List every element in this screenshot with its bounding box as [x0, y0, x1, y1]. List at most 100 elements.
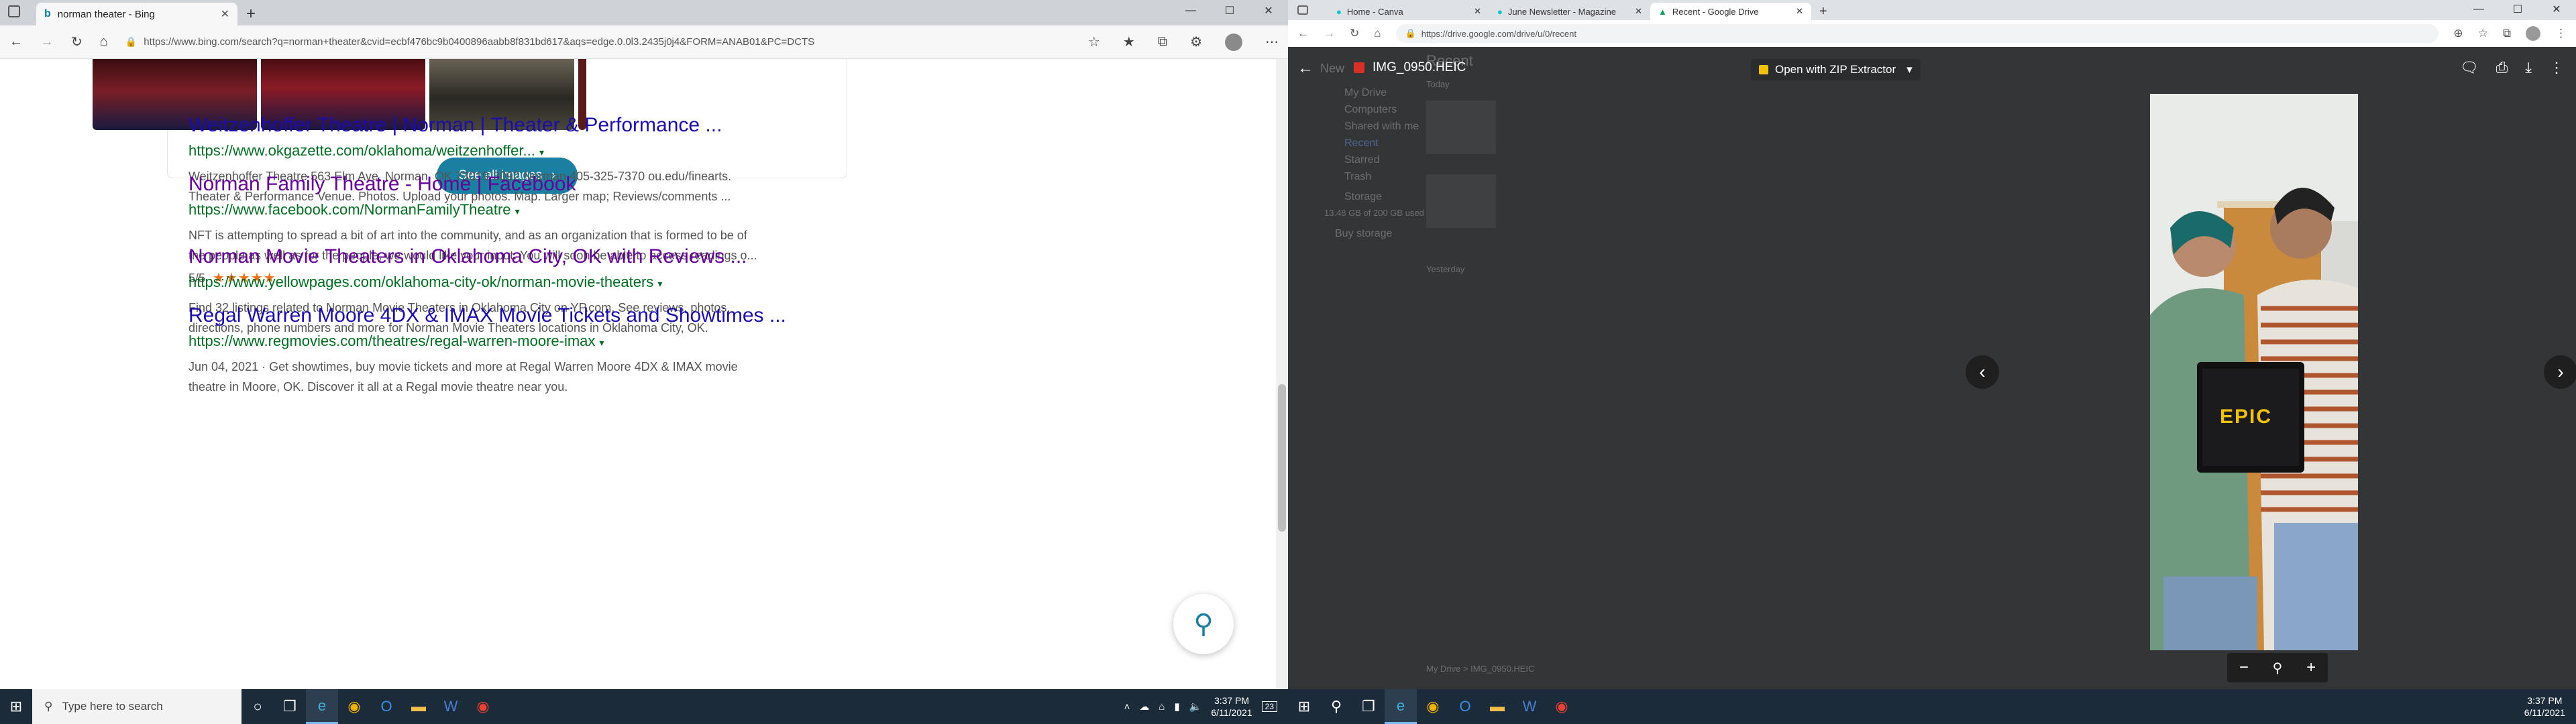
forward-icon[interactable]: → [1324, 27, 1335, 40]
taskbar-search-box[interactable]: ⚲ Type here to search [32, 689, 241, 724]
tab-actions-icon[interactable] [8, 5, 20, 17]
nav-computers[interactable]: Computers [1344, 104, 1397, 116]
search-fab-button[interactable]: ⚲ [1173, 594, 1234, 654]
extensions-icon[interactable]: ⚙ [1190, 34, 1202, 50]
open-with-button[interactable]: Open with ZIP Extractor ▾ [1751, 59, 1921, 80]
install-icon[interactable]: ⊕ [2453, 27, 2463, 40]
refresh-icon[interactable]: ↻ [71, 34, 83, 50]
url-dropdown-icon[interactable]: ▾ [539, 147, 544, 158]
outlook-taskbar-icon[interactable]: O [370, 689, 402, 724]
nav-starred[interactable]: Starred [1344, 154, 1379, 166]
new-tab-button[interactable]: + [237, 3, 264, 25]
home-icon[interactable]: ⌂ [1374, 27, 1381, 40]
tab-search-icon[interactable] [1297, 5, 1308, 15]
show-hidden-icons[interactable]: ˄ [1124, 701, 1130, 713]
chrome-app-icon[interactable]: ◉ [1546, 689, 1578, 724]
taskbar-clock[interactable]: 3:37 PM 6/11/2021 [2524, 695, 2565, 719]
zoom-magnifier-icon[interactable]: ⚲ [2273, 660, 2283, 676]
add-favorite-icon[interactable]: ☆ [1088, 34, 1100, 50]
task-view-icon[interactable]: ❐ [274, 689, 306, 724]
more-options-icon[interactable]: ⋮ [2555, 27, 2567, 40]
chrome-taskbar-icon[interactable]: ◉ [338, 689, 370, 724]
profile-avatar[interactable] [1225, 33, 1242, 51]
tab-bing-search[interactable]: b norman theater - Bing ✕ [36, 3, 237, 25]
battery-icon[interactable]: ▮ [1174, 701, 1179, 713]
next-file-button[interactable]: › [2544, 355, 2576, 389]
new-tab-button[interactable]: + [1811, 3, 1838, 20]
url-dropdown-icon[interactable]: ▾ [657, 278, 662, 289]
file-thumbnail[interactable] [1426, 101, 1496, 154]
bookmark-icon[interactable]: ☆ [2478, 27, 2488, 40]
zoom-out-icon[interactable]: − [2239, 658, 2249, 677]
maximize-icon[interactable]: ☐ [1210, 0, 1249, 21]
word-taskbar-icon[interactable]: W [1513, 689, 1546, 724]
download-icon[interactable]: ⤓ [2525, 59, 2532, 76]
outlook-taskbar-icon[interactable]: O [1449, 689, 1481, 724]
start-button[interactable]: ⊞ [1288, 689, 1320, 724]
minimize-icon[interactable]: — [1171, 0, 1210, 21]
close-tab-icon[interactable]: ✕ [1474, 6, 1481, 17]
more-actions-icon[interactable]: ⋮ [2549, 59, 2564, 76]
zoom-in-icon[interactable]: + [2306, 658, 2316, 677]
edge-taskbar-icon[interactable]: e [1385, 689, 1417, 724]
search-icon[interactable]: ⚲ [1320, 689, 1352, 724]
scrollbar-thumb[interactable] [1278, 384, 1286, 532]
chrome-app-icon[interactable]: ◉ [467, 689, 499, 724]
network-icon[interactable]: ⌂ [1159, 701, 1165, 713]
result-title-link[interactable]: Regal Warren Moore 4DX & IMAX Movie Tick… [189, 304, 833, 327]
onedrive-icon[interactable]: ☁ [1139, 701, 1149, 713]
start-button[interactable]: ⊞ [0, 689, 32, 724]
edge-taskbar-icon[interactable]: e [306, 689, 338, 724]
profile-avatar[interactable] [2526, 26, 2540, 41]
close-tab-icon[interactable]: ✕ [221, 7, 229, 21]
maximize-icon[interactable]: ☐ [2498, 0, 2537, 19]
file-explorer-icon[interactable]: ▬ [402, 689, 435, 724]
minimize-icon[interactable]: — [2459, 0, 2498, 19]
page-scrollbar[interactable] [1276, 59, 1288, 689]
address-bar[interactable]: 🔒 https://www.bing.com/search?q=norman+t… [125, 32, 1071, 53]
close-tab-icon[interactable]: ✕ [1635, 6, 1642, 17]
tab-canva[interactable]: ● Home - Canva ✕ [1328, 3, 1489, 20]
result-title-link[interactable]: Norman Movie Theaters in Oklahoma City, … [189, 245, 833, 268]
refresh-icon[interactable]: ↻ [1350, 27, 1359, 40]
file-explorer-icon[interactable]: ▬ [1481, 689, 1513, 724]
viewer-breadcrumb: My Drive > IMG_0950.HEIC [1426, 664, 1535, 674]
notification-badge[interactable]: 23 [1261, 701, 1277, 712]
nav-recent[interactable]: Recent [1344, 137, 1379, 149]
tab-google-drive[interactable]: ▲ Recent - Google Drive ✕ [1650, 3, 1811, 20]
close-tab-icon[interactable]: ✕ [1796, 6, 1803, 17]
url-dropdown-icon[interactable]: ▾ [600, 337, 604, 348]
chevron-down-icon[interactable]: ▾ [1907, 63, 1913, 76]
more-options-icon[interactable]: ⋯ [1265, 34, 1279, 50]
chrome-taskbar-icon[interactable]: ◉ [1417, 689, 1449, 724]
forward-icon[interactable]: → [40, 34, 54, 50]
url-dropdown-icon[interactable]: ▾ [515, 206, 520, 217]
collections-icon[interactable]: ⧉ [1158, 34, 1167, 50]
favorites-icon[interactable]: ★ [1123, 34, 1135, 50]
buy-storage-button[interactable]: Buy storage [1335, 228, 1392, 240]
close-window-icon[interactable]: ✕ [2537, 0, 2576, 19]
previous-file-button[interactable]: ‹ [1966, 355, 1999, 389]
back-icon[interactable]: ← [1297, 27, 1309, 40]
taskbar-clock[interactable]: 3:37 PM 6/11/2021 [1211, 695, 1252, 719]
result-title-link[interactable]: Norman Family Theatre - Home | Facebook [189, 173, 833, 196]
volume-icon[interactable]: 🔈 [1189, 701, 1202, 713]
nav-trash[interactable]: Trash [1344, 171, 1371, 183]
address-bar[interactable]: 🔒 https://drive.google.com/drive/u/0/rec… [1395, 24, 2439, 43]
word-taskbar-icon[interactable]: W [435, 689, 467, 724]
close-window-icon[interactable]: ✕ [1249, 0, 1288, 21]
nav-storage[interactable]: Storage [1344, 191, 1382, 203]
home-icon[interactable]: ⌂ [100, 34, 108, 50]
task-view-icon[interactable]: ❐ [1352, 689, 1385, 724]
result-url: https://www.yellowpages.com/oklahoma-cit… [189, 274, 833, 291]
extensions-icon[interactable]: ⧉ [2503, 27, 2511, 40]
nav-shared[interactable]: Shared with me [1344, 121, 1419, 133]
cortana-icon[interactable]: ○ [241, 689, 274, 724]
back-icon[interactable]: ← [9, 34, 23, 50]
tab-newsletter[interactable]: ● June Newsletter - Magazine ✕ [1489, 3, 1650, 20]
file-thumbnail[interactable] [1426, 174, 1496, 228]
print-icon[interactable]: ⎙ [2496, 59, 2508, 76]
add-comment-icon[interactable]: 🗨 [2460, 59, 2479, 76]
close-viewer-icon[interactable]: ← [1297, 59, 1313, 78]
result-title-link[interactable]: Weitzenhoffer Theatre | Norman | Theater… [189, 114, 833, 137]
